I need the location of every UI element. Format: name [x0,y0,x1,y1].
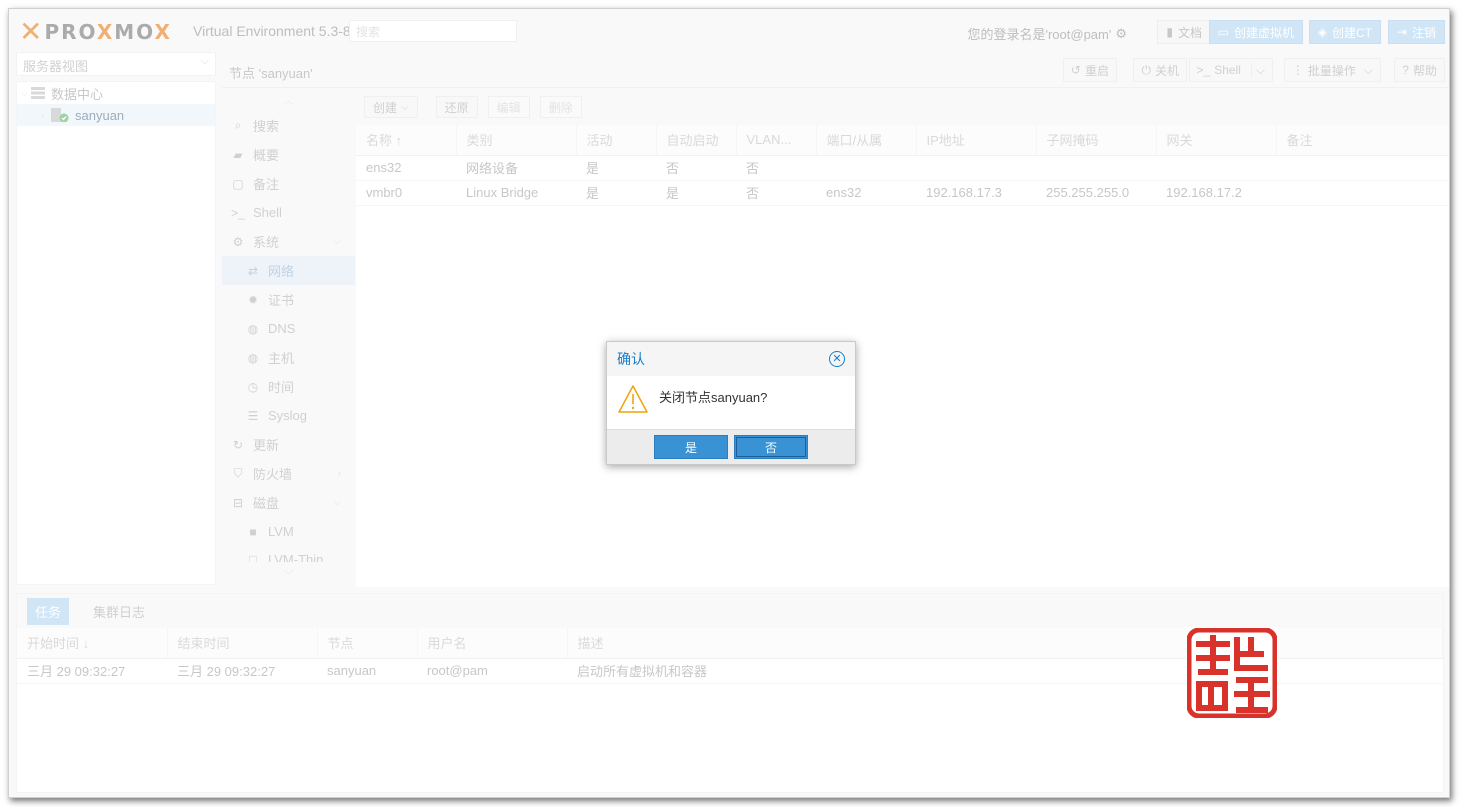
dialog-body: 关闭节点sanyuan? [607,376,855,429]
warning-icon [618,385,648,413]
no-button[interactable]: 否 [734,435,808,459]
seal-stamp-icon [1187,628,1277,718]
yes-button[interactable]: 是 [654,435,728,459]
dialog-header: 确认 ✕ [607,342,855,376]
dialog-message: 关闭节点sanyuan? [659,390,768,405]
app-window: ✕ PROXMOX Virtual Environment 5.3-8 搜索 您… [8,8,1450,798]
close-icon[interactable]: ✕ [829,351,845,367]
seal-stamp [1186,627,1278,719]
confirm-dialog: 确认 ✕ 关闭节点sanyuan? 是 否 [606,341,856,465]
dialog-title: 确认 [617,351,645,367]
dialog-footer: 是 否 [607,429,855,464]
